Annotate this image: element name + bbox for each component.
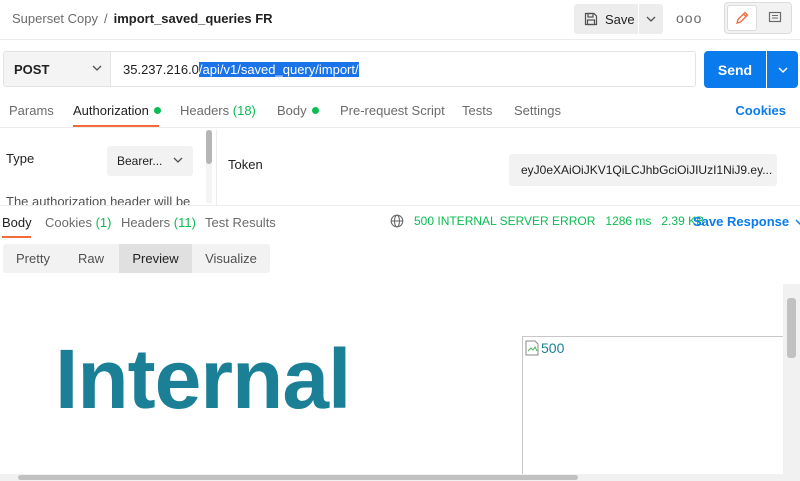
- tab-response-cookies[interactable]: Cookies (1): [45, 215, 111, 230]
- send-button[interactable]: Send: [704, 51, 766, 88]
- broken-image-alt: 500: [541, 340, 565, 356]
- token-label: Token: [228, 157, 263, 172]
- chevron-down-icon: [646, 16, 656, 22]
- chevron-down-icon: [92, 65, 102, 71]
- tab-count: (18): [232, 103, 256, 118]
- panel-divider[interactable]: [216, 129, 217, 205]
- tab-response-body[interactable]: Body: [2, 215, 32, 230]
- tab-response-headers[interactable]: Headers (11): [121, 215, 196, 230]
- response-status-bar: 500 INTERNAL SERVER ERROR 1286 ms 2.39 K…: [390, 214, 704, 228]
- request-header: Superset Copy / import_saved_queries FR Sa…: [0, 0, 800, 40]
- save-button[interactable]: Save: [574, 4, 638, 34]
- url-path-selected: /api/v1/saved_query/import/: [198, 61, 359, 77]
- tab-authorization[interactable]: Authorization: [73, 103, 161, 118]
- tab-settings[interactable]: Settings: [514, 103, 561, 118]
- send-dropdown-button[interactable]: [767, 51, 798, 88]
- breadcrumb-collection[interactable]: Superset Copy: [12, 11, 98, 26]
- view-mode-raw[interactable]: Raw: [63, 244, 119, 273]
- auth-type-value: Bearer...: [117, 154, 163, 168]
- method-select[interactable]: POST: [3, 51, 111, 87]
- breadcrumb: Superset Copy / import_saved_queries FR: [12, 11, 273, 26]
- tab-label: Params: [9, 103, 54, 118]
- scrollbar-thumb[interactable]: [787, 298, 796, 358]
- broken-image: 500: [522, 336, 783, 474]
- tab-count: (11): [173, 215, 196, 230]
- more-options-button[interactable]: ooo: [676, 8, 701, 28]
- save-label: Save: [605, 11, 635, 27]
- tab-label: Body: [2, 215, 32, 230]
- tab-label: Body: [277, 103, 307, 118]
- tab-headers[interactable]: Headers (18): [180, 103, 256, 118]
- tab-label: Cookies: [45, 215, 92, 230]
- chevron-down-icon: [795, 219, 800, 225]
- broken-image-icon: [525, 340, 539, 356]
- tab-pre-request-script[interactable]: Pre-request Script: [340, 103, 445, 118]
- tab-label: Tests: [462, 103, 493, 118]
- preview-horizontal-scrollbar[interactable]: [0, 474, 800, 481]
- view-mode-preview[interactable]: Preview: [119, 244, 192, 273]
- tab-tests[interactable]: Tests: [462, 103, 492, 118]
- broken-image-placeholder: 500: [525, 340, 564, 356]
- save-response-label: Save Response: [693, 214, 790, 229]
- save-dropdown-button[interactable]: [639, 4, 663, 34]
- response-preview: Internal 500: [0, 284, 783, 474]
- edit-mode-button[interactable]: [727, 5, 757, 31]
- documentation-mode-button[interactable]: [761, 5, 789, 31]
- active-tab-indicator: [2, 236, 31, 238]
- auth-type-select[interactable]: Bearer...: [107, 146, 193, 176]
- request-tabs: Params Authorization Headers (18) Body P…: [0, 96, 800, 128]
- mode-toggle: [724, 2, 792, 34]
- tab-params[interactable]: Params: [9, 103, 54, 118]
- auth-panel-scrollbar[interactable]: [206, 130, 212, 203]
- chevron-down-icon: [173, 157, 183, 163]
- tab-label: Pre-request Script: [340, 103, 445, 118]
- comment-icon: [768, 11, 782, 23]
- status-code[interactable]: 500 INTERNAL SERVER ERROR: [414, 214, 595, 228]
- tab-test-results[interactable]: Test Results: [205, 215, 276, 230]
- token-input[interactable]: eyJ0eXAiOiJKV1QiLCJhbGciOiJIUzI1NiJ9.ey.…: [509, 154, 777, 186]
- view-mode-pretty[interactable]: Pretty: [3, 244, 63, 273]
- chevron-down-icon: [778, 67, 787, 73]
- tab-label: Headers: [180, 103, 230, 118]
- url-host: 35.237.216.0: [123, 61, 199, 77]
- active-tab-indicator: [73, 125, 159, 127]
- tab-body[interactable]: Body: [277, 103, 319, 118]
- pencil-icon: [736, 11, 749, 24]
- save-response-button[interactable]: Save Response: [693, 214, 800, 229]
- save-icon: [584, 12, 598, 26]
- tab-label: Settings: [514, 103, 561, 118]
- status-dot-icon: [153, 107, 161, 114]
- auth-type-label: Type: [6, 151, 35, 166]
- response-time[interactable]: 1286 ms: [605, 214, 651, 228]
- tab-count: (1): [95, 215, 112, 230]
- preview-heading: Internal: [55, 332, 351, 426]
- cookies-link[interactable]: Cookies: [735, 103, 786, 118]
- preview-vertical-scrollbar[interactable]: [783, 284, 800, 474]
- view-mode-visualize[interactable]: Visualize: [192, 244, 270, 273]
- breadcrumb-separator: /: [104, 11, 108, 26]
- breadcrumb-request-name[interactable]: import_saved_queries FR: [114, 11, 273, 26]
- view-mode-toggle: Pretty Raw Preview Visualize: [3, 244, 270, 273]
- url-input[interactable]: 35.237.216.0/api/v1/saved_query/import/: [111, 51, 696, 87]
- method-value: POST: [14, 61, 50, 77]
- globe-icon[interactable]: [390, 214, 404, 228]
- status-dot-icon: [311, 107, 319, 114]
- tab-label: Authorization: [73, 103, 149, 118]
- tab-label: Test Results: [205, 215, 276, 230]
- scrollbar-thumb[interactable]: [18, 475, 578, 480]
- tab-label: Headers: [121, 215, 171, 230]
- scrollbar-thumb[interactable]: [206, 130, 212, 164]
